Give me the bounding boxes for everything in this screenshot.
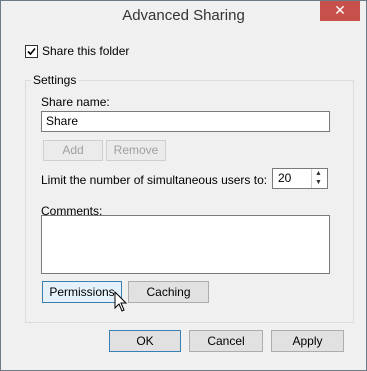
window-title: Advanced Sharing bbox=[122, 7, 245, 24]
remove-button[interactable]: Remove bbox=[106, 140, 166, 161]
title-bar[interactable]: Advanced Sharing ✕ bbox=[1, 1, 366, 31]
share-name-label: Share name: bbox=[41, 95, 110, 109]
stepper-down-button[interactable]: ▼ bbox=[312, 178, 327, 187]
share-name-input[interactable]: Share bbox=[41, 111, 330, 132]
comments-textarea[interactable] bbox=[41, 215, 330, 274]
checkmark-icon bbox=[27, 47, 36, 55]
user-limit-stepper[interactable]: 20 ▲ ▼ bbox=[272, 168, 328, 189]
stepper-up-button[interactable]: ▲ bbox=[312, 169, 327, 178]
cancel-button[interactable]: Cancel bbox=[189, 330, 263, 352]
mouse-pointer-icon bbox=[114, 291, 128, 312]
chevron-up-icon: ▲ bbox=[315, 170, 322, 177]
share-folder-checkbox[interactable] bbox=[25, 44, 38, 58]
advanced-sharing-dialog: Advanced Sharing ✕ Share this folder Set… bbox=[0, 0, 367, 371]
ok-button[interactable]: OK bbox=[109, 330, 181, 352]
limit-users-label: Limit the number of simultaneous users t… bbox=[41, 173, 268, 187]
stepper-arrows: ▲ ▼ bbox=[311, 169, 327, 188]
user-limit-value: 20 bbox=[278, 171, 292, 185]
settings-legend: Settings bbox=[31, 73, 79, 87]
chevron-down-icon: ▼ bbox=[315, 179, 322, 186]
apply-button[interactable]: Apply bbox=[271, 330, 344, 352]
permissions-button[interactable]: Permissions bbox=[42, 281, 122, 303]
dialog-body: Share this folder Settings Share name: S… bbox=[9, 32, 358, 362]
caching-button[interactable]: Caching bbox=[128, 281, 209, 303]
share-folder-checkbox-row[interactable]: Share this folder bbox=[25, 44, 129, 58]
share-folder-label: Share this folder bbox=[42, 44, 130, 58]
close-button[interactable]: ✕ bbox=[320, 1, 360, 21]
add-button[interactable]: Add bbox=[43, 140, 103, 161]
close-icon: ✕ bbox=[334, 2, 346, 18]
